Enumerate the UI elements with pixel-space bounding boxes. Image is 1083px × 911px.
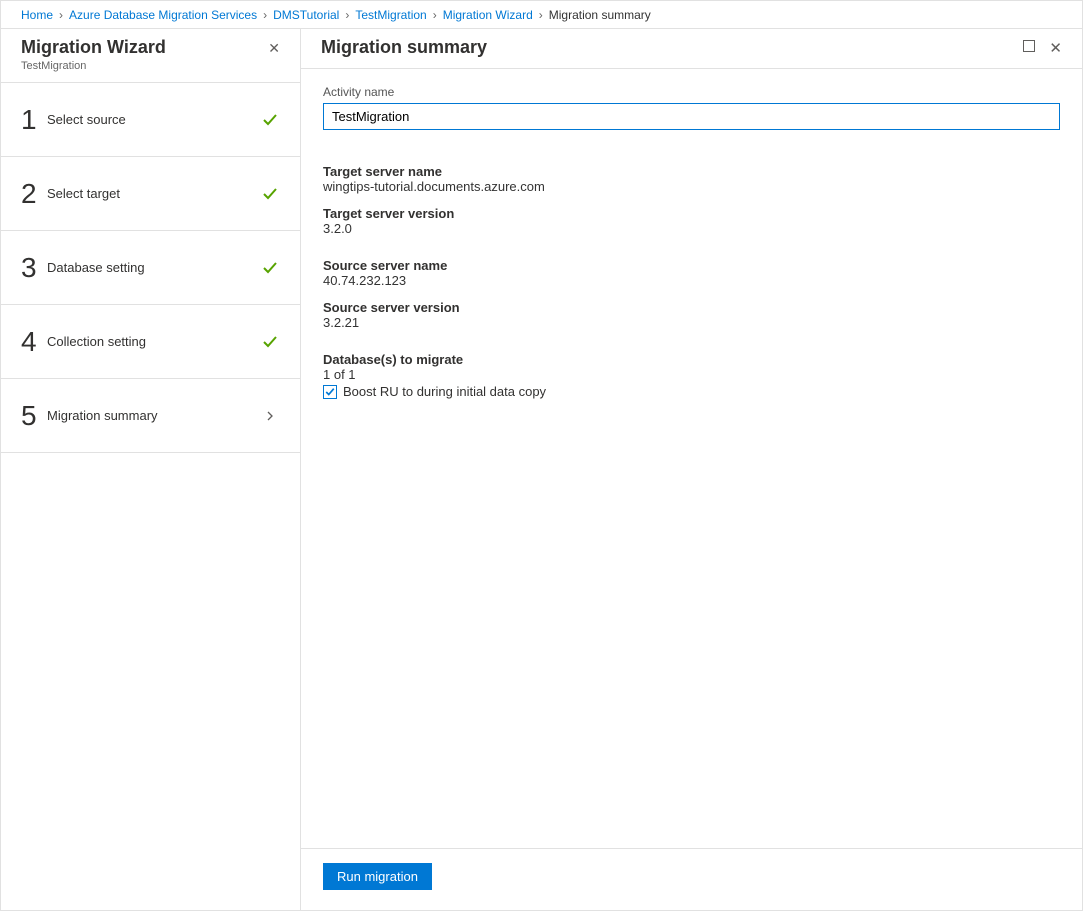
chevron-right-icon: › [263, 8, 267, 22]
step-number: 2 [21, 178, 47, 210]
databases-to-migrate-value: 1 of 1 [323, 367, 1060, 382]
wizard-step-select-source[interactable]: 1 Select source [1, 83, 300, 157]
checkmark-icon [260, 260, 280, 276]
wizard-step-select-target[interactable]: 2 Select target [1, 157, 300, 231]
activity-name-label: Activity name [323, 85, 1060, 99]
step-number: 3 [21, 252, 47, 284]
target-server-name-label: Target server name [323, 164, 1060, 179]
breadcrumb-link[interactable]: Migration Wizard [443, 8, 533, 22]
wizard-step-collection-setting[interactable]: 4 Collection setting [1, 305, 300, 379]
wizard-step-database-setting[interactable]: 3 Database setting [1, 231, 300, 305]
close-icon[interactable]: ✕ [1049, 39, 1062, 57]
restore-icon[interactable] [1023, 40, 1035, 55]
boost-ru-checkbox[interactable] [323, 385, 337, 399]
target-server-version-value: 3.2.0 [323, 221, 1060, 236]
chevron-right-icon: › [59, 8, 63, 22]
source-server-name-value: 40.74.232.123 [323, 273, 1060, 288]
target-server-version-label: Target server version [323, 206, 1060, 221]
step-number: 1 [21, 104, 47, 136]
breadcrumb: Home › Azure Database Migration Services… [1, 1, 1082, 29]
checkmark-icon [260, 186, 280, 202]
close-icon[interactable]: ✕ [268, 37, 280, 55]
source-server-version-value: 3.2.21 [323, 315, 1060, 330]
step-label: Select target [47, 186, 260, 201]
breadcrumb-current: Migration summary [549, 8, 651, 22]
checkmark-icon [260, 334, 280, 350]
source-server-name-label: Source server name [323, 258, 1060, 273]
source-server-version-label: Source server version [323, 300, 1060, 315]
chevron-right-icon: › [539, 8, 543, 22]
wizard-subtitle: TestMigration [21, 60, 166, 72]
databases-to-migrate-label: Database(s) to migrate [323, 352, 1060, 367]
breadcrumb-link[interactable]: DMSTutorial [273, 8, 339, 22]
breadcrumb-link[interactable]: Home [21, 8, 53, 22]
main-panel: Migration summary ✕ Activity name Target… [301, 29, 1082, 910]
wizard-step-migration-summary[interactable]: 5 Migration summary [1, 379, 300, 453]
chevron-right-icon [260, 411, 280, 421]
breadcrumb-link[interactable]: Azure Database Migration Services [69, 8, 257, 22]
step-number: 5 [21, 400, 47, 432]
step-label: Database setting [47, 260, 260, 275]
breadcrumb-link[interactable]: TestMigration [355, 8, 426, 22]
chevron-right-icon: › [345, 8, 349, 22]
wizard-sidebar: Migration Wizard TestMigration ✕ 1 Selec… [1, 29, 301, 910]
step-number: 4 [21, 326, 47, 358]
checkmark-icon [260, 112, 280, 128]
run-migration-button[interactable]: Run migration [323, 863, 432, 890]
chevron-right-icon: › [433, 8, 437, 22]
step-label: Collection setting [47, 334, 260, 349]
activity-name-input[interactable] [323, 103, 1060, 130]
step-label: Select source [47, 112, 260, 127]
step-label: Migration summary [47, 408, 260, 423]
page-title: Migration summary [321, 37, 487, 58]
target-server-name-value: wingtips-tutorial.documents.azure.com [323, 179, 1060, 194]
wizard-title: Migration Wizard [21, 37, 166, 58]
boost-ru-checkbox-label: Boost RU to during initial data copy [343, 384, 546, 399]
